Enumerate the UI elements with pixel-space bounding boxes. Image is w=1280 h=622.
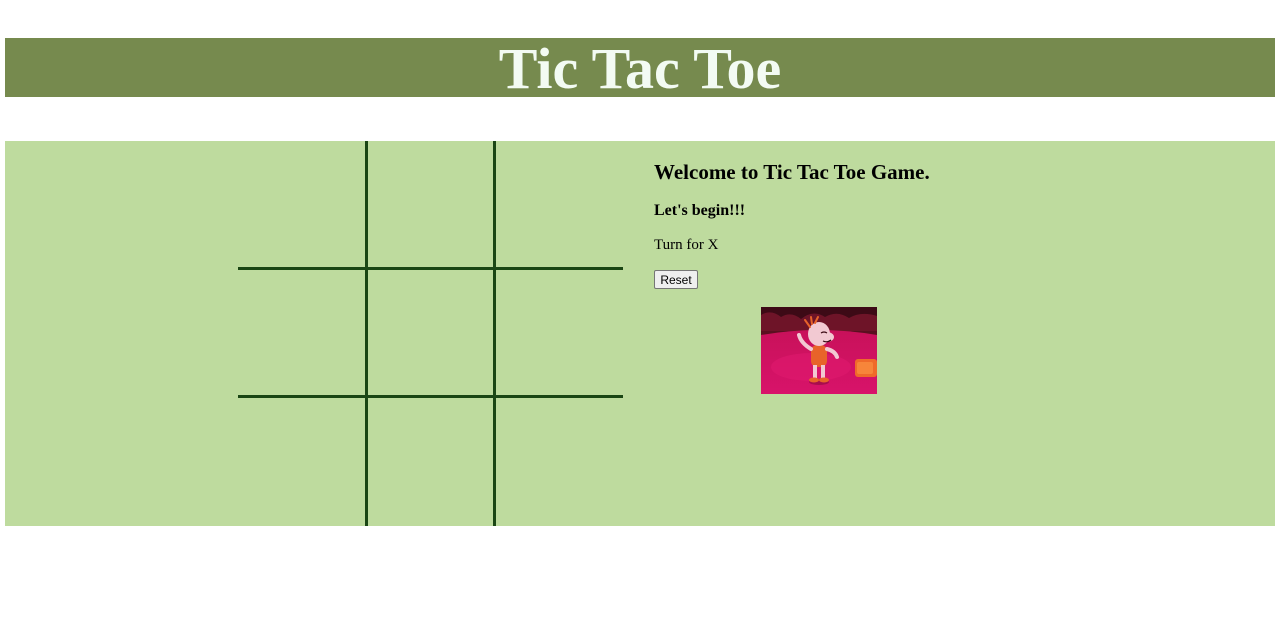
board-cell-8[interactable] [494,397,622,525]
grid-line-vertical-1 [365,141,368,526]
dancing-cartoon-gif [761,307,877,394]
board-cell-5[interactable] [494,269,622,397]
page-title: Tic Tac Toe [498,36,782,101]
grid-line-horizontal-2 [238,395,623,398]
board-cell-3[interactable] [238,269,366,397]
board-cell-0[interactable] [238,141,366,269]
board-cell-4[interactable] [366,269,494,397]
begin-heading: Let's begin!!! [654,202,746,219]
welcome-heading: Welcome to Tic Tac Toe Game. [654,160,930,184]
game-container: Welcome to Tic Tac Toe Game. Let's begin… [5,141,1275,526]
game-board [238,141,623,526]
grid-line-vertical-2 [493,141,496,526]
grid-line-horizontal-1 [238,267,623,270]
board-cell-1[interactable] [366,141,494,269]
reset-button[interactable]: Reset [654,270,698,289]
header-bar: Tic Tac Toe [5,36,1275,101]
board-cell-7[interactable] [366,397,494,525]
board-cell-2[interactable] [494,141,622,269]
turn-indicator: Turn for X [654,237,719,253]
board-cell-6[interactable] [238,397,366,525]
